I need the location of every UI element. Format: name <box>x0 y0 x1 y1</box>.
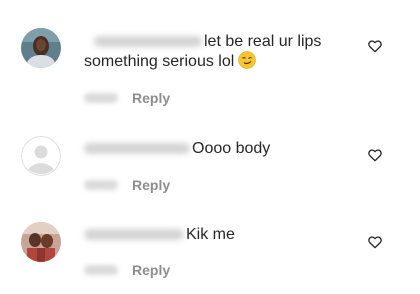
comment-item: Oooo body Reply <box>0 112 420 200</box>
comment-text-continued: something serious lol <box>84 51 257 72</box>
username-redacted[interactable] <box>84 143 190 155</box>
avatar[interactable] <box>21 222 61 262</box>
default-avatar-icon <box>21 136 61 176</box>
timestamp-redacted <box>84 93 118 103</box>
heart-outline-icon <box>368 149 382 162</box>
comment-text: Oooo body <box>84 139 270 159</box>
timestamp-redacted <box>84 265 118 275</box>
comment-text: let be real ur lips <box>84 32 321 52</box>
comment-meta: Reply <box>84 261 170 279</box>
avatar[interactable] <box>21 28 61 68</box>
comment-text-line1: let be real ur lips <box>204 33 322 50</box>
smirk-emoji-icon <box>238 51 257 69</box>
comment-meta: Reply <box>84 89 170 107</box>
like-button[interactable] <box>367 234 383 250</box>
username-redacted[interactable] <box>94 36 202 48</box>
comment-list: let be real ur lips something serious lo… <box>0 0 420 294</box>
like-button[interactable] <box>367 147 383 163</box>
comment-item: Kik me Reply <box>0 200 420 294</box>
comment-meta: Reply <box>84 176 170 194</box>
reply-button[interactable]: Reply <box>132 262 170 278</box>
reply-button[interactable]: Reply <box>132 90 170 106</box>
comment-text-line2: something serious lol <box>84 53 235 70</box>
heart-outline-icon <box>368 40 382 53</box>
reply-button[interactable]: Reply <box>132 177 170 193</box>
username-redacted[interactable] <box>84 229 184 241</box>
avatar-photo-icon <box>21 222 61 262</box>
comment-text-line1: Oooo body <box>192 140 271 157</box>
like-button[interactable] <box>367 38 383 54</box>
comment-text-line1: Kik me <box>186 226 235 243</box>
comment-item: let be real ur lips something serious lo… <box>0 0 420 112</box>
avatar[interactable] <box>21 136 61 176</box>
avatar-photo-icon <box>21 28 61 68</box>
comment-text: Kik me <box>84 225 235 245</box>
heart-outline-icon <box>368 236 382 249</box>
timestamp-redacted <box>84 180 118 190</box>
